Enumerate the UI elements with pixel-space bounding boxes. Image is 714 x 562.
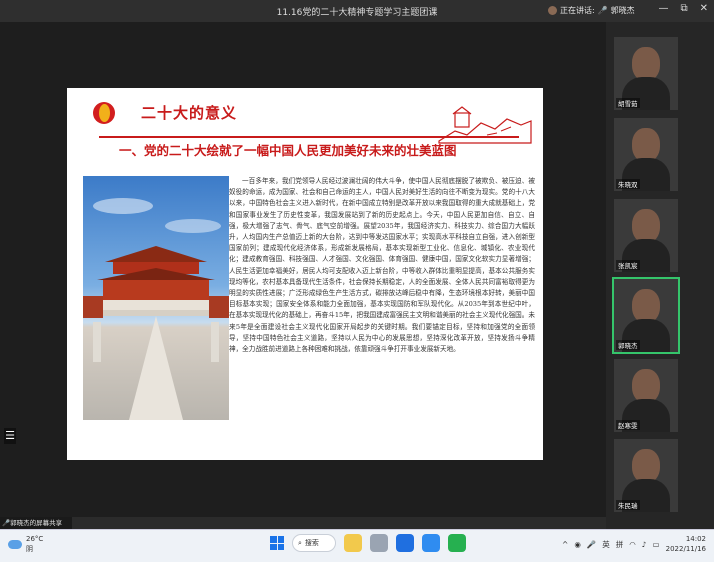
speaking-indicator: 正在讲话: 🎤 郭晓杰 (548, 5, 635, 16)
header-divider (99, 136, 519, 138)
participant-name: 张凯宸 (616, 260, 640, 270)
search-label: 搜索 (304, 539, 319, 547)
mic-icon: 🎤 (597, 6, 608, 15)
participant-name: 郭晓杰 (616, 340, 640, 350)
participant-tile[interactable]: 张凯宸 (614, 199, 678, 272)
close-icon[interactable]: ✕ (700, 3, 708, 14)
volume-icon[interactable]: ♪ (642, 540, 647, 549)
logo-sun-icon (93, 102, 115, 124)
date: 2022/11/16 (665, 545, 706, 553)
search-icon: ⌕ (298, 538, 302, 547)
input-method[interactable]: 拼 (616, 539, 624, 550)
participant-name: 胡雪茹 (616, 98, 640, 108)
temperature: 26°C (26, 535, 44, 543)
participant-video (632, 369, 660, 403)
participant-tile[interactable]: 朱民瑞 (614, 439, 678, 512)
file-explorer-icon[interactable] (344, 534, 362, 552)
participant-tile[interactable]: 朱晓双 (614, 118, 678, 191)
word-icon[interactable] (396, 534, 414, 552)
system-tray: ^ ◉ 🎤 英 拼 ◠ ♪ ▭ 14:02 2022/11/16 (562, 534, 706, 554)
weather-condition: 阴 (26, 545, 33, 553)
slide-body-text: 一百多年来，我们党领导人民经过波澜壮阔的伟大斗争，使中国人民彻底摆脱了被欺负、被… (229, 177, 535, 354)
participant-name: 朱晓双 (616, 179, 640, 189)
title-bar: 11.16党的二十大精神专题学习主题团课 正在讲话: 🎤 郭晓杰 — ⧉ ✕ (0, 0, 714, 22)
menu-icon[interactable]: ☰ (4, 428, 16, 444)
screen-share-area: 二十大的意义 一、党的二十大绘就了一幅中国人民更加美好未来的壮美蓝图 一百多年来… (0, 22, 606, 517)
mic-icon: 🎤 (2, 519, 11, 527)
slide-header-title: 二十大的意义 (141, 104, 238, 122)
taskbar-apps: ⌕ 搜索 (270, 534, 466, 552)
chevron-up-icon[interactable]: ^ (562, 540, 568, 549)
speaker-name: 郭晓杰 (610, 6, 635, 15)
weather-widget[interactable]: 26°C 阴 (8, 534, 43, 554)
input-language[interactable]: 英 (602, 539, 610, 550)
presentation-slide: 二十大的意义 一、党的二十大绘就了一幅中国人民更加美好未来的壮美蓝图 一百多年来… (67, 88, 543, 460)
participant-tile[interactable]: 胡雪茹 (614, 37, 678, 110)
screen-share-label: 🎤郭晓杰的屏幕共享 (0, 517, 72, 529)
participant-video (632, 47, 660, 81)
battery-icon[interactable]: ▭ (653, 540, 660, 549)
time: 14:02 (685, 535, 706, 543)
cloud-icon (8, 539, 22, 549)
section-title: 一、党的二十大绘就了一幅中国人民更加美好未来的壮美蓝图 (119, 143, 457, 158)
taskbar: 26°C 阴 ⌕ 搜索 ^ ◉ 🎤 英 拼 ◠ ♪ ▭ 14:02 2022/1… (0, 529, 714, 562)
window-controls: — ⧉ ✕ (658, 3, 708, 14)
mic-icon[interactable]: 🎤 (587, 540, 596, 549)
wifi-icon[interactable]: ◠ (629, 540, 636, 549)
participant-video (632, 289, 660, 323)
app-icon[interactable] (370, 534, 388, 552)
speaker-avatar (548, 6, 557, 15)
network-icon[interactable]: ◉ (574, 540, 581, 549)
forbidden-city-photo (83, 176, 229, 420)
taskbar-search[interactable]: ⌕ 搜索 (292, 534, 336, 552)
palace-illustration (83, 198, 229, 420)
participant-video (632, 449, 660, 483)
participant-name: 朱民瑞 (616, 500, 640, 510)
participant-video (632, 128, 660, 162)
participant-tile-active[interactable]: 郭晓杰 (612, 277, 680, 354)
wechat-icon[interactable] (448, 534, 466, 552)
participant-panel: 胡雪茹 朱晓双 张凯宸 郭晓杰 赵寒雯 朱民瑞 (606, 22, 714, 529)
slide-header: 二十大的意义 (89, 99, 539, 144)
participant-name: 赵寒雯 (616, 420, 640, 430)
windows-start-icon[interactable] (270, 536, 284, 550)
great-wall-icon (438, 106, 532, 144)
minimize-icon[interactable]: — (658, 3, 668, 14)
meeting-app-icon[interactable] (422, 534, 440, 552)
speaking-label: 正在讲话: (560, 6, 595, 15)
restore-icon[interactable]: ⧉ (680, 3, 687, 14)
clock[interactable]: 14:02 2022/11/16 (666, 534, 706, 554)
participant-video (632, 209, 660, 243)
participant-tile[interactable]: 赵寒雯 (614, 359, 678, 432)
